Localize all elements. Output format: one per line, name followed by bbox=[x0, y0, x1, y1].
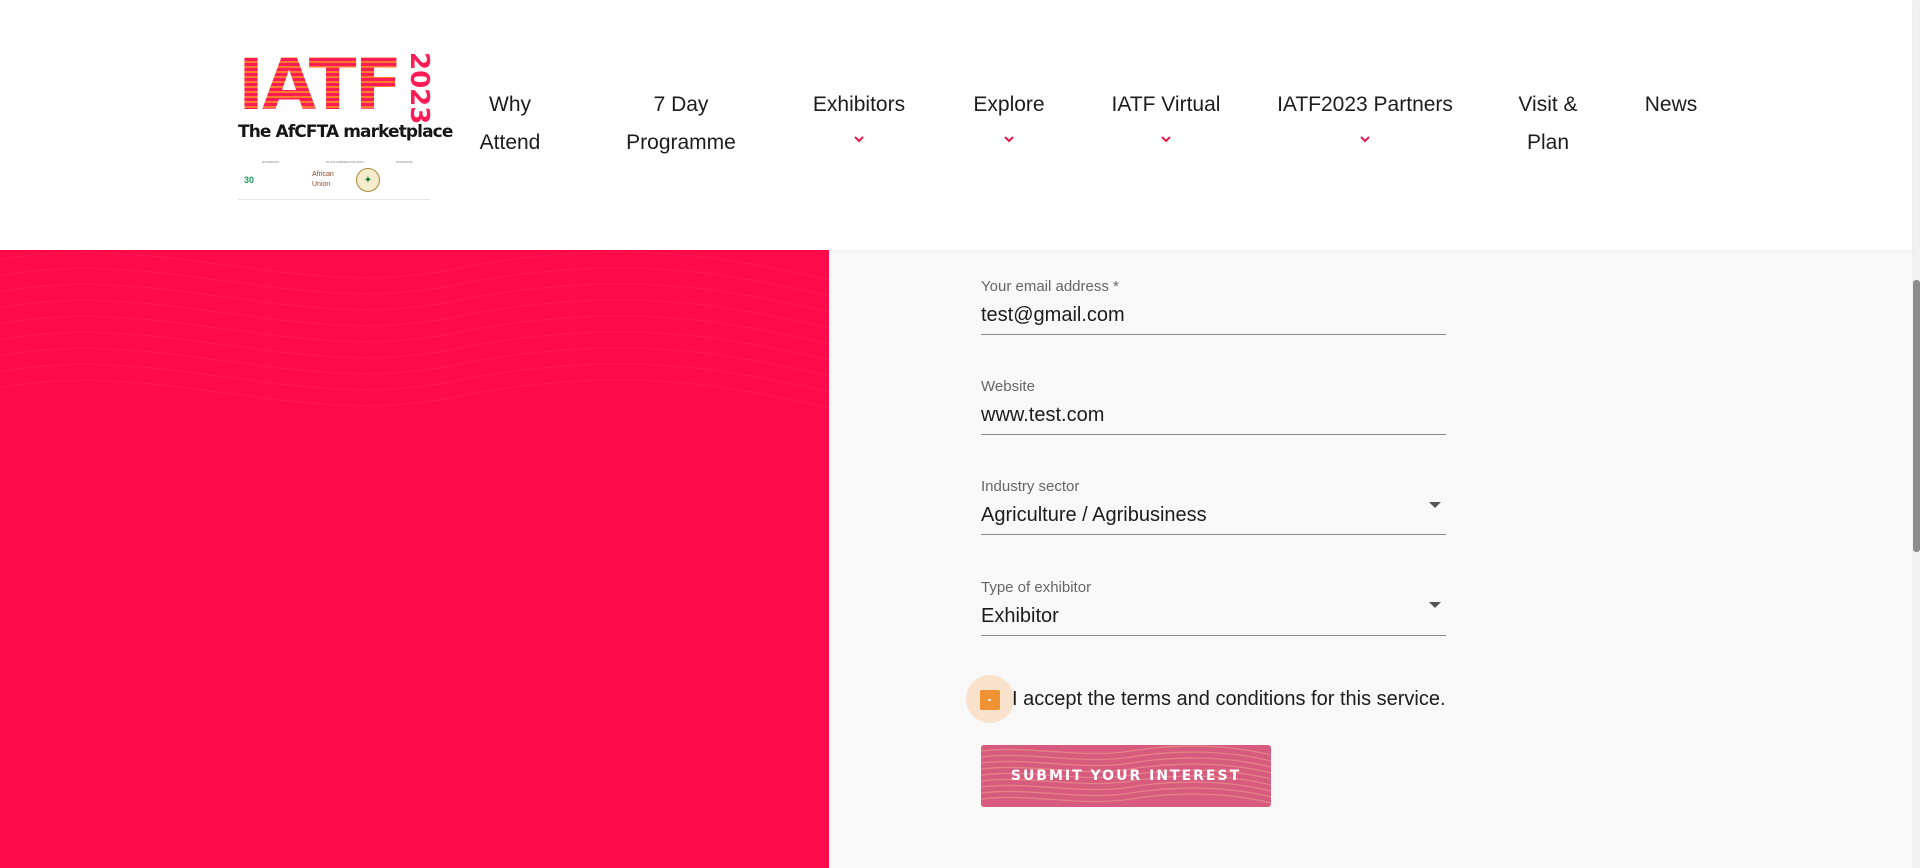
site-header: IATF 2023 The AfCFTA marketplace HOSTED … bbox=[0, 0, 1912, 250]
industry-label: Industry sector bbox=[981, 478, 1080, 495]
terms-checkbox[interactable] bbox=[980, 690, 1000, 710]
nav-label: Explore bbox=[973, 93, 1045, 116]
chevron-down-icon[interactable] bbox=[852, 132, 866, 146]
checkbox-mark-icon bbox=[988, 699, 991, 701]
nav-label: Why bbox=[489, 93, 531, 116]
chevron-down-icon[interactable] bbox=[1159, 132, 1173, 146]
website-label: Website bbox=[981, 378, 1035, 395]
email-input[interactable] bbox=[981, 304, 1421, 327]
nav-news[interactable]: News bbox=[1640, 86, 1702, 124]
logo-tagline: The AfCFTA marketplace bbox=[238, 122, 453, 142]
submit-interest-button[interactable]: SUBMIT YOUR INTEREST bbox=[981, 745, 1271, 807]
nav-label: Programme bbox=[626, 131, 736, 154]
logo-wordmark: IATF 2023 bbox=[238, 44, 434, 126]
website-input[interactable] bbox=[981, 404, 1421, 427]
nav-iatf-virtual[interactable]: IATF Virtual bbox=[1106, 86, 1226, 146]
email-label: Your email address * bbox=[981, 278, 1119, 295]
logo-partners: HOSTED BY IN COLLABORATION WITH HOSTED B… bbox=[238, 160, 430, 200]
submit-label: SUBMIT YOUR INTEREST bbox=[1010, 768, 1242, 784]
input-underline bbox=[981, 434, 1446, 435]
terms-label[interactable]: I accept the terms and conditions for th… bbox=[1012, 688, 1446, 711]
nav-exhibitors[interactable]: Exhibitors bbox=[803, 86, 915, 146]
nav-iatf2023-partners[interactable]: IATF2023 Partners bbox=[1276, 86, 1454, 146]
nav-label: News bbox=[1644, 93, 1698, 116]
logo-year: 2023 bbox=[404, 52, 434, 125]
nav-label: Visit & bbox=[1518, 93, 1578, 116]
chevron-down-icon[interactable] bbox=[1358, 132, 1372, 146]
partner-caption: HOSTED BY bbox=[396, 160, 414, 164]
afreximbank-30-logo: 30 bbox=[244, 175, 255, 185]
decorative-red-panel bbox=[0, 250, 829, 868]
partner-caption: IN COLLABORATION WITH bbox=[326, 160, 364, 164]
input-underline bbox=[981, 334, 1446, 335]
nav-why-attend[interactable]: Why Attend bbox=[468, 86, 552, 162]
afcfta-seal-icon: ✦ bbox=[356, 168, 380, 192]
wave-pattern bbox=[0, 251, 829, 409]
nav-label: IATF2023 Partners bbox=[1277, 93, 1453, 116]
partner-caption: HOSTED BY bbox=[262, 160, 280, 164]
logo-main-text: IATF bbox=[238, 44, 402, 126]
iatf-logo[interactable]: IATF 2023 The AfCFTA marketplace HOSTED … bbox=[238, 44, 453, 200]
nav-7-day-programme[interactable]: 7 Day Programme bbox=[620, 86, 742, 162]
input-underline bbox=[981, 635, 1446, 636]
nav-label: IATF Virtual bbox=[1111, 93, 1221, 116]
scrollbar-thumb[interactable] bbox=[1913, 280, 1920, 552]
dropdown-caret-icon[interactable] bbox=[1429, 602, 1441, 608]
dropdown-caret-icon[interactable] bbox=[1429, 502, 1441, 508]
exhibitor-type-label: Type of exhibitor bbox=[981, 579, 1092, 596]
nav-visit-and-plan[interactable]: Visit & Plan bbox=[1510, 86, 1586, 162]
nav-label: Exhibitors bbox=[812, 93, 906, 116]
chevron-down-icon[interactable] bbox=[1002, 132, 1016, 146]
industry-value[interactable]: Agriculture / Agribusiness bbox=[981, 504, 1421, 527]
nav-explore[interactable]: Explore bbox=[966, 86, 1052, 146]
nav-label: Attend bbox=[479, 131, 541, 154]
input-underline bbox=[981, 534, 1446, 535]
african-union-logo: African Union bbox=[312, 171, 334, 188]
logo-divider bbox=[238, 199, 430, 200]
nav-label: Plan bbox=[1526, 131, 1570, 154]
nav-label: 7 Day bbox=[653, 93, 709, 116]
exhibitor-type-value[interactable]: Exhibitor bbox=[981, 605, 1421, 628]
